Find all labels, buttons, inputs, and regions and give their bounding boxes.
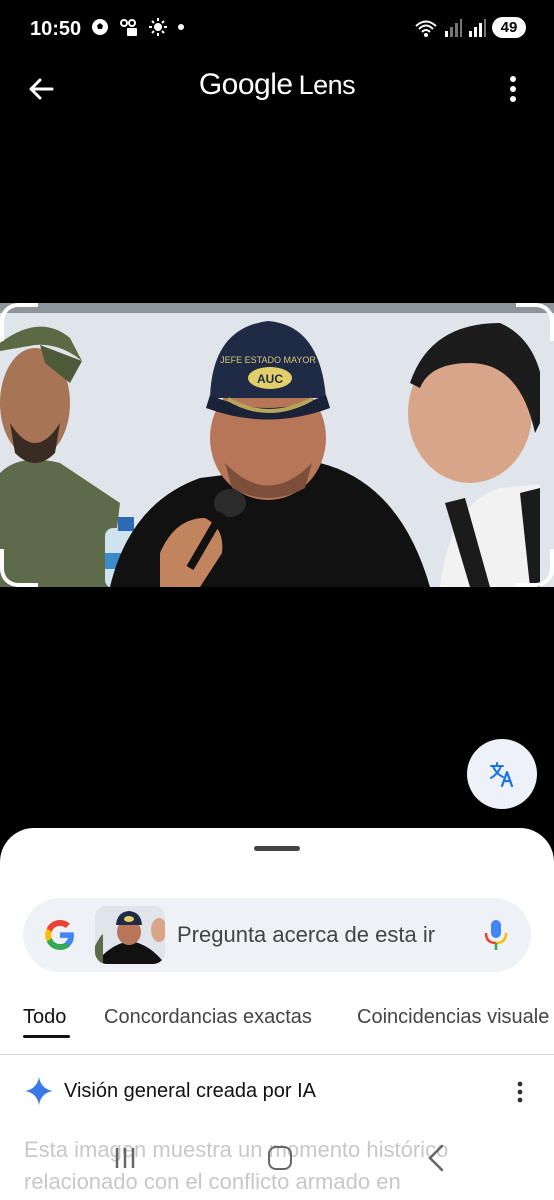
dot-icon bbox=[178, 24, 184, 30]
brand-lens: Lens bbox=[298, 70, 356, 100]
tab-visual-matches[interactable]: Coincidencias visuale bbox=[357, 1006, 549, 1029]
search-bar[interactable]: Pregunta acerca de esta ir bbox=[23, 898, 531, 972]
wifi-icon bbox=[415, 20, 437, 37]
crop-handle-bottom-left[interactable] bbox=[0, 549, 38, 587]
translate-icon bbox=[490, 762, 514, 788]
cap-embroidery-top: JEFE ESTADO MAYOR bbox=[220, 355, 316, 365]
analyzed-image[interactable]: JEFE ESTADO MAYOR AUC bbox=[0, 303, 554, 587]
voicemail-icon bbox=[120, 19, 137, 36]
signal-icon-2 bbox=[469, 18, 486, 37]
results-bottom-sheet: Pregunta acerca de esta ir Todo Concorda… bbox=[0, 828, 554, 1200]
photo-illustration: JEFE ESTADO MAYOR AUC bbox=[0, 303, 554, 587]
ai-overview-more-icon[interactable] bbox=[516, 1080, 524, 1104]
gemini-sparkle-icon bbox=[25, 1077, 53, 1105]
tab-todo[interactable]: Todo bbox=[23, 1006, 66, 1029]
battery-indicator: 49 bbox=[492, 17, 526, 38]
signal-icon-1 bbox=[445, 18, 462, 37]
search-input[interactable]: Pregunta acerca de esta ir bbox=[177, 922, 451, 948]
status-notification-icons bbox=[91, 18, 185, 36]
tab-exact-matches[interactable]: Concordancias exactas bbox=[104, 1006, 312, 1029]
soccer-ball-icon bbox=[92, 19, 108, 35]
brightness-icon bbox=[149, 18, 167, 36]
ai-overview-header: Visión general creada por IA bbox=[24, 1076, 534, 1110]
active-tab-indicator bbox=[23, 1035, 70, 1038]
more-options-icon[interactable] bbox=[502, 74, 524, 104]
crop-handle-top-left[interactable] bbox=[0, 303, 38, 341]
app-title: Google Lens bbox=[0, 68, 554, 102]
brand-google: Google bbox=[198, 68, 293, 101]
translate-button[interactable] bbox=[467, 739, 537, 809]
status-system-icons: 49 bbox=[414, 17, 526, 38]
selected-image-thumbnail[interactable] bbox=[95, 906, 165, 964]
crop-handle-bottom-right[interactable] bbox=[516, 549, 554, 587]
recent-apps-icon[interactable] bbox=[113, 1146, 137, 1170]
nav-back-icon[interactable] bbox=[426, 1144, 446, 1172]
status-bar: 10:50 49 bbox=[0, 0, 554, 60]
app-bar: Google Lens bbox=[0, 60, 554, 116]
ai-overview-title: Visión general creada por IA bbox=[64, 1080, 317, 1102]
google-g-icon bbox=[45, 920, 74, 950]
status-time: 10:50 bbox=[30, 18, 82, 40]
sheet-drag-handle[interactable] bbox=[254, 846, 300, 851]
home-icon[interactable] bbox=[268, 1146, 292, 1170]
results-tabs: Todo Concordancias exactas Coincidencias… bbox=[0, 1002, 554, 1055]
system-navigation-bar bbox=[0, 1140, 554, 1200]
microphone-icon[interactable] bbox=[483, 918, 509, 952]
crop-handle-top-right[interactable] bbox=[516, 303, 554, 341]
cap-embroidery-logo: AUC bbox=[257, 372, 283, 386]
